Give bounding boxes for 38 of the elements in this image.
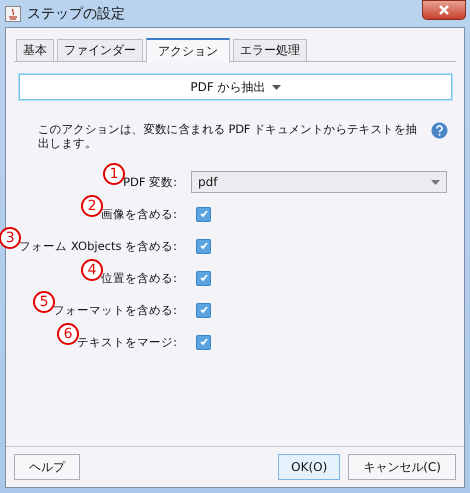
cancel-button[interactable]: キャンセル(C) bbox=[348, 454, 456, 480]
annotation-number: 6 bbox=[57, 323, 80, 345]
checkmark-icon bbox=[198, 273, 208, 283]
field-label: テキストをマージ: bbox=[77, 334, 177, 350]
ok-button[interactable]: OK(O) bbox=[278, 454, 340, 480]
window-title: ステップの設定 bbox=[27, 4, 125, 22]
tab[interactable]: アクション bbox=[146, 38, 230, 62]
checkbox[interactable] bbox=[196, 302, 211, 318]
help-button[interactable]: ヘルプ bbox=[14, 454, 80, 480]
tab[interactable]: ファインダー bbox=[57, 39, 143, 61]
checkmark-icon bbox=[198, 241, 208, 251]
field-label: フォーム XObjects を含める: bbox=[19, 238, 177, 254]
annotation-number: 3 bbox=[0, 227, 22, 249]
java-icon bbox=[5, 6, 21, 22]
field-label: 画像を含める: bbox=[101, 206, 177, 222]
checkmark-icon bbox=[198, 209, 208, 219]
variable-dropdown[interactable]: pdf bbox=[191, 171, 447, 193]
checkbox[interactable] bbox=[196, 334, 211, 350]
caret-icon bbox=[431, 180, 440, 184]
action-dropdown-button[interactable]: PDF から抽出 bbox=[19, 74, 452, 100]
annotation-number: 1 bbox=[103, 163, 126, 185]
help-icon[interactable] bbox=[431, 122, 448, 139]
checkbox[interactable] bbox=[196, 206, 211, 222]
description-text: このアクションは、変数に含まれる PDF ドキュメントからテキストを抽出します。 bbox=[38, 122, 418, 150]
checkmark-icon bbox=[198, 305, 208, 315]
caret-icon bbox=[272, 84, 281, 90]
field-label: フォーマットを含める: bbox=[53, 302, 177, 318]
field-label: 位置を含める: bbox=[101, 270, 177, 286]
checkmark-icon bbox=[198, 337, 208, 347]
close-icon bbox=[438, 5, 450, 15]
tab[interactable]: 基本 bbox=[16, 39, 54, 61]
annotation-number: 2 bbox=[81, 195, 104, 217]
checkbox[interactable] bbox=[196, 270, 211, 286]
checkbox[interactable] bbox=[196, 238, 211, 254]
annotation-number: 5 bbox=[33, 291, 56, 313]
field-label: PDF 変数: bbox=[123, 174, 177, 190]
tab[interactable]: エラー処理 bbox=[233, 39, 307, 61]
close-button[interactable] bbox=[422, 0, 466, 20]
